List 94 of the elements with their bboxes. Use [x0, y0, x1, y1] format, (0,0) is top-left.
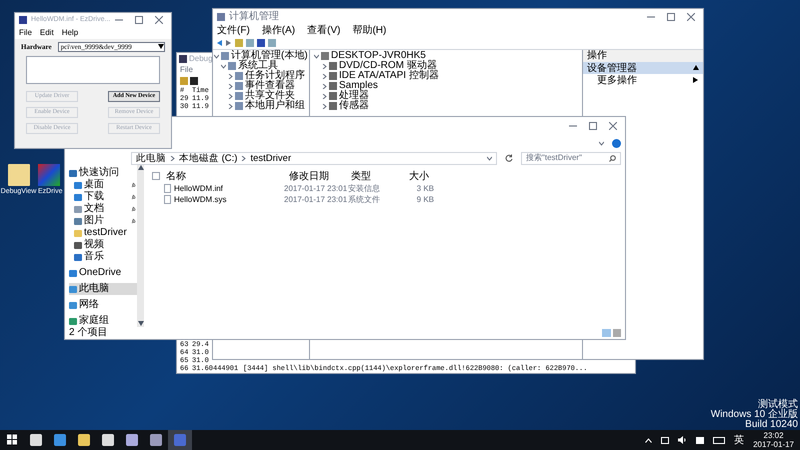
test-mode-text: Build 10240	[745, 420, 798, 430]
collapsed-chevron-icon[interactable]	[228, 94, 233, 98]
collapsed-chevron-icon[interactable]	[228, 74, 233, 78]
collapse-icon[interactable]	[693, 65, 699, 71]
expanded-chevron-icon[interactable]	[487, 156, 492, 160]
column-header[interactable]: 大小	[409, 168, 449, 184]
computer-name[interactable]: DESKTOP-JVR0HK5	[331, 51, 426, 61]
pin-icon	[131, 182, 136, 188]
column-header[interactable]: 修改日期	[289, 168, 351, 184]
test-mode-text: 测试模式	[758, 400, 798, 410]
menu-item[interactable]: File	[180, 64, 193, 76]
nav-item[interactable]: 文档	[69, 203, 137, 215]
submenu-arrow-icon[interactable]	[693, 77, 699, 83]
column-header[interactable]: 类型	[351, 168, 409, 184]
back-arrow-icon[interactable]	[217, 40, 223, 46]
device-category[interactable]: 处理器	[339, 91, 369, 101]
file-date: 2017-01-17 23:01	[284, 182, 348, 194]
collapsed-chevron-icon[interactable]	[228, 84, 233, 88]
nav-item[interactable]: 桌面	[69, 179, 137, 191]
window-title: 计算机管理	[229, 10, 279, 24]
menu-item[interactable]: 操作(A)	[262, 22, 296, 38]
pin-icon	[131, 218, 136, 224]
chevron-up-icon[interactable]	[645, 438, 652, 442]
scroll-down-icon[interactable]	[138, 321, 144, 327]
device-category[interactable]: 传感器	[339, 101, 369, 111]
file-size: 3 KB	[416, 182, 434, 194]
close-icon[interactable]	[687, 12, 695, 20]
expanded-chevron-icon[interactable]	[314, 54, 319, 58]
action-item[interactable]: 更多操作	[583, 74, 703, 86]
breadcrumb-item[interactable]: 此电脑	[136, 152, 166, 164]
device-category[interactable]: DVD/CD-ROM 驱动器	[339, 61, 437, 71]
forward-arrow-icon[interactable]	[226, 40, 232, 46]
device-category[interactable]: IDE ATA/ATAPI 控制器	[339, 71, 439, 81]
nav-item[interactable]: 网络	[69, 299, 137, 311]
breadcrumb-item[interactable]: testDriver	[250, 152, 292, 164]
maximize-icon[interactable]	[589, 122, 597, 130]
tree-item[interactable]: 本地用户和组	[245, 101, 305, 111]
nav-item[interactable]: 图片	[69, 215, 137, 227]
maximize-icon[interactable]	[667, 12, 675, 20]
window-title: Debug	[189, 53, 213, 65]
file-name[interactable]: HelloWDM.sys	[174, 194, 284, 206]
tree-item[interactable]: 任务计划程序	[245, 71, 305, 81]
collapsed-chevron-icon[interactable]	[241, 156, 246, 160]
breadcrumb-item[interactable]: 本地磁盘 (C:)	[179, 152, 238, 164]
clock[interactable]: 23:02 2017-01-17	[753, 431, 794, 449]
menu-item[interactable]: 查看(V)	[307, 22, 340, 38]
file-type: 安装信息	[348, 182, 381, 194]
tree-item[interactable]: 共享文件夹	[245, 91, 295, 101]
collapsed-chevron-icon[interactable]	[170, 156, 175, 160]
expanded-chevron-icon[interactable]	[599, 140, 604, 146]
menu-item[interactable]: Help	[62, 27, 78, 39]
select-all-checkbox[interactable]	[152, 172, 160, 180]
nav-item[interactable]: 下载	[69, 191, 137, 203]
device-category[interactable]: Samples	[339, 81, 378, 91]
menu-item[interactable]: File	[19, 27, 32, 39]
pin-icon	[131, 206, 136, 212]
tree-item[interactable]: 计算机管理(本地)	[231, 51, 308, 61]
nav-item[interactable]: 视频	[69, 239, 137, 251]
nav-item[interactable]: 快速访问	[69, 167, 137, 179]
tree-item[interactable]: 系统工具	[238, 61, 278, 71]
device-list[interactable]	[26, 56, 160, 84]
file-name[interactable]: HelloWDM.inf	[174, 182, 284, 194]
menu-item[interactable]: 文件(F)	[217, 22, 250, 38]
actions-header: 操作	[583, 50, 703, 62]
menu-item[interactable]: 帮助(H)	[352, 22, 386, 38]
scroll-up-icon[interactable]	[138, 165, 144, 171]
nav-item[interactable]: 此电脑	[69, 283, 137, 295]
nav-item[interactable]: 家庭组	[69, 315, 137, 327]
nav-item[interactable]: OneDrive	[69, 267, 137, 279]
menu-item[interactable]: Edit	[40, 27, 54, 39]
status-text: 2 个项目	[69, 327, 108, 339]
file-type: 系统文件	[348, 194, 381, 206]
file-size: 9 KB	[416, 194, 434, 206]
expanded-chevron-icon[interactable]	[214, 54, 219, 58]
collapsed-chevron-icon[interactable]	[228, 104, 233, 108]
address-bar[interactable]: 此电脑 本地磁盘 (C:) testDriver	[131, 152, 497, 164]
actions-section[interactable]: 设备管理器	[583, 62, 703, 74]
nav-item[interactable]: 音乐	[69, 251, 137, 263]
pin-icon	[131, 194, 136, 200]
speaker-icon[interactable]	[678, 436, 688, 444]
input-method-indicator[interactable]: 英	[734, 432, 744, 448]
test-mode-text: Windows 10 企业版	[710, 410, 798, 420]
close-icon[interactable]	[609, 122, 617, 130]
refresh-icon[interactable]	[505, 154, 513, 162]
column-header[interactable]: 名称	[166, 168, 289, 184]
dropdown-arrow-icon[interactable]	[158, 44, 164, 50]
file-date: 2017-01-17 23:01	[284, 194, 348, 206]
expanded-chevron-icon[interactable]	[221, 64, 226, 68]
search-icon	[609, 154, 616, 162]
maximize-icon[interactable]	[135, 16, 143, 24]
search-field[interactable]: 搜索"testDriver"	[521, 152, 621, 164]
close-icon[interactable]	[155, 16, 163, 24]
tree-item[interactable]: 事件查看器	[245, 81, 295, 91]
nav-item[interactable]: testDriver	[69, 227, 137, 239]
